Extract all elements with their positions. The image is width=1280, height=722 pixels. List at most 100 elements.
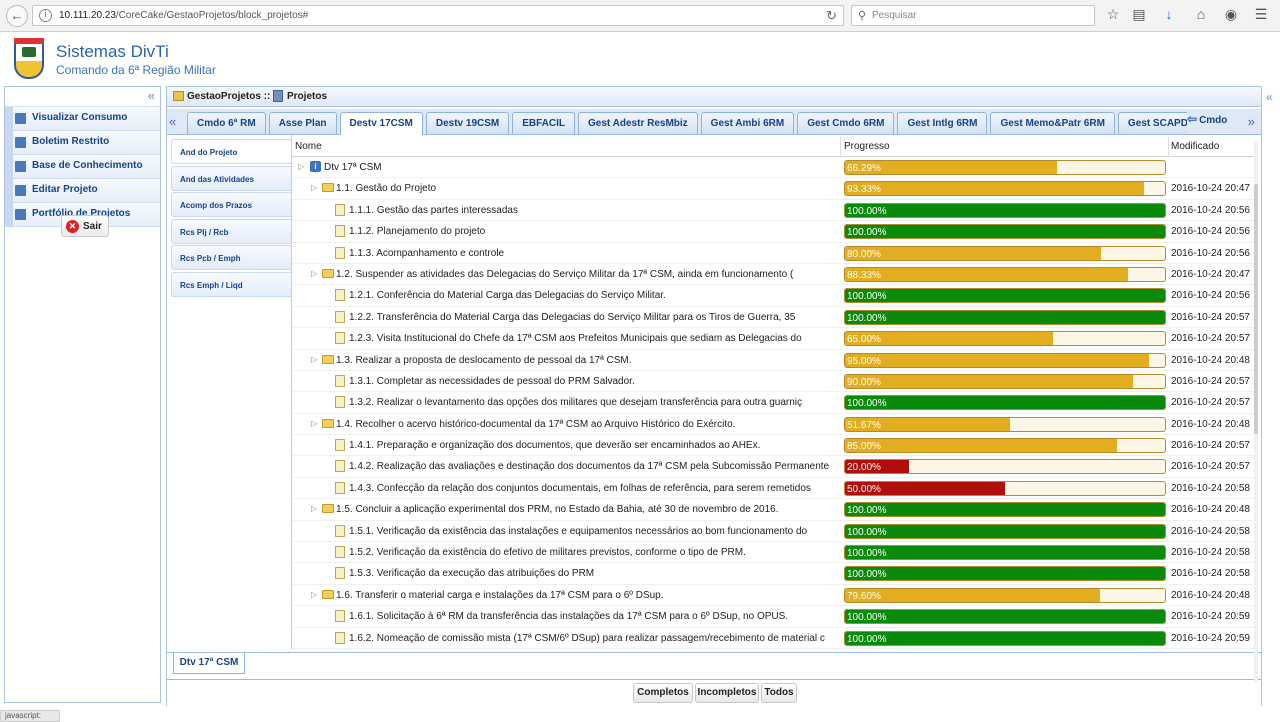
subnav-item-rcs-plj-rcb[interactable]: Rcs Plj / Rcb xyxy=(171,218,291,244)
table-row[interactable]: ▷ 1.3. Realizar a proposta de deslocament… xyxy=(292,350,1257,371)
subnav-item-and-do-projeto[interactable]: And do Projeto xyxy=(171,139,291,164)
breadcrumb-root[interactable]: GestaoProjetos :: xyxy=(187,91,270,102)
expand-icon[interactable]: ▷ xyxy=(311,419,317,428)
document-icon xyxy=(335,396,345,409)
tab-scroll-right-icon[interactable]: » xyxy=(1248,114,1255,129)
chart-icon xyxy=(15,113,26,124)
table-row[interactable]: ▷ i Dtv 17ª CSM 66.29% xyxy=(292,157,1257,179)
column-separator xyxy=(840,137,841,155)
table-row[interactable]: 1.1.3. Acompanhamento e controle 80.00% 20… xyxy=(292,243,1257,264)
progress-fill xyxy=(845,267,1128,281)
tab-gest-scapd[interactable]: Gest SCAPD xyxy=(1117,112,1187,134)
expand-icon[interactable]: ▷ xyxy=(311,355,317,364)
expand-icon[interactable]: ▷ xyxy=(311,590,317,599)
logout-button[interactable]: ✕ Sair xyxy=(61,215,109,237)
home-icon[interactable]: ⌂ xyxy=(1192,6,1210,22)
expand-icon[interactable]: ▷ xyxy=(311,183,317,192)
progress-bar: 95.00% xyxy=(844,352,1166,368)
filter-completos-button[interactable]: Completos xyxy=(633,683,693,703)
browser-search-input[interactable]: ⚲ Pesquisar xyxy=(851,5,1095,26)
collapse-sidebar-icon[interactable]: « xyxy=(148,88,155,103)
column-modified[interactable]: Modificado xyxy=(1171,141,1219,152)
column-progress[interactable]: Progresso xyxy=(844,141,890,152)
table-row[interactable]: 1.3.1. Completar as necessidades de pess… xyxy=(292,371,1257,393)
document-icon xyxy=(335,481,345,494)
table-row[interactable]: ▷ 1.5. Concluir a aplicação experimental … xyxy=(292,499,1257,521)
document-icon xyxy=(335,289,345,302)
progress-bar: 50.00% xyxy=(844,480,1166,496)
progress-bar: 100.00% xyxy=(844,609,1166,625)
sidebar-item-boletim-restrito[interactable]: Boletim Restrito xyxy=(5,131,160,155)
table-row[interactable]: 1.4.3. Confecção da relação dos conjunto… xyxy=(292,478,1257,500)
tab-destv-17csm[interactable]: Destv 17CSM xyxy=(339,112,423,135)
row-name: 1.1.1. Gestão das partes interessadas xyxy=(349,204,518,216)
document-icon xyxy=(335,567,345,580)
menu-icon[interactable]: ☰ xyxy=(1252,6,1270,23)
table-row[interactable]: 1.3.2. Realizar o levantamento das opçõe… xyxy=(292,392,1257,414)
table-row[interactable]: ▷ 1.2. Suspender as atividades das Delega… xyxy=(292,264,1257,286)
sidebar-item-visualizar-consumo[interactable]: Visualizar Consumo xyxy=(5,107,160,131)
tab-ebfacil[interactable]: EBFACIL xyxy=(512,112,576,134)
expand-icon[interactable]: ▷ xyxy=(311,504,317,513)
expand-icon[interactable]: ▷ xyxy=(298,162,304,171)
tab-destv-19csm[interactable]: Destv 19CSM xyxy=(425,112,510,134)
back-button[interactable]: ← xyxy=(6,5,28,27)
row-modified: 2016-10-24 20:48 xyxy=(1171,504,1250,516)
project-tabs: Cmdo 6ª RM Asse Plan Destv 17CSM Destv 19CS… xyxy=(187,112,1187,135)
table-row[interactable]: 1.6.1. Solicitação à 6ª RM da transferên… xyxy=(292,606,1257,628)
table-row[interactable]: 1.1.2. Planejamento do projeto 100.00% 201… xyxy=(292,221,1257,243)
bottom-tab-dtv17csm[interactable]: Dtv 17ª CSM xyxy=(173,653,245,674)
grid-scrollbar[interactable] xyxy=(1254,142,1258,682)
table-row[interactable]: 1.5.3. Verificação da execução das atrib… xyxy=(292,563,1257,585)
tab-asse-plan[interactable]: Asse Plan xyxy=(268,112,337,134)
pocket-icon[interactable]: ◉ xyxy=(1222,6,1240,23)
table-row[interactable]: 1.2.1. Conferência do Material Carga das… xyxy=(292,285,1257,307)
expand-icon[interactable]: ▷ xyxy=(311,269,317,278)
sidebar-item-base-conhecimento[interactable]: Base de Conhecimento xyxy=(5,155,160,179)
progress-bar: 100.00% xyxy=(844,309,1166,325)
tab-gest-ambi-6rm[interactable]: Gest Ambi 6RM xyxy=(700,112,795,134)
info-icon[interactable]: i xyxy=(39,9,52,22)
row-name: 1.5.3. Verificação da execução das atrib… xyxy=(349,568,595,580)
folder-icon xyxy=(322,589,334,599)
table-row[interactable]: 1.4.1. Preparação e organização dos docu… xyxy=(292,435,1257,457)
filter-todos-button[interactable]: Todos xyxy=(761,683,797,703)
reload-icon[interactable]: ↻ xyxy=(826,8,837,24)
progress-fill xyxy=(845,567,1165,581)
bookmark-star-icon[interactable]: ☆ xyxy=(1104,6,1122,23)
table-row[interactable]: 1.5.1. Verificação da existência das ins… xyxy=(292,521,1257,543)
tab-gest-adestr-resmbiz[interactable]: Gest Adestr ResMbiz xyxy=(578,112,698,134)
status-bar: javascript: xyxy=(0,710,60,722)
filter-incompletos-button[interactable]: Incompletos xyxy=(695,683,759,703)
table-row[interactable]: 1.5.2. Verificação da existência do efet… xyxy=(292,542,1257,564)
table-row[interactable]: 1.2.2. Transferência do Material Carga d… xyxy=(292,307,1257,329)
table-row[interactable]: ▷ 1.4. Recolher o acervo histórico-docume… xyxy=(292,414,1257,436)
filter-toolbar: Completos Incompletos Todos xyxy=(167,679,1261,706)
table-row[interactable]: 1.4.2. Realização das avaliações e desti… xyxy=(292,456,1257,478)
table-row[interactable]: ▷ 1.1. Gestão do Projeto 93.33% 2016-10-24 … xyxy=(292,178,1257,200)
sidebar-item-label: Base de Conhecimento xyxy=(32,160,143,171)
column-name[interactable]: Nome xyxy=(295,141,322,152)
tab-scroll-left-icon[interactable]: « xyxy=(169,114,176,129)
sidebar-item-editar-projeto[interactable]: Editar Projeto xyxy=(5,179,160,203)
scrollbar-thumb[interactable] xyxy=(1254,184,1258,434)
table-row[interactable]: 1.1.1. Gestão das partes interessadas 100… xyxy=(292,200,1257,222)
cmdo-button[interactable]: ⇦ Cmdo xyxy=(1187,112,1239,132)
subnav-item-acomp-dos-prazos[interactable]: Acomp dos Prazos xyxy=(171,192,291,217)
tab-gest-memo-patr-6rm[interactable]: Gest Memo&Patr 6RM xyxy=(990,112,1115,134)
reading-list-icon[interactable]: ▤ xyxy=(1130,6,1148,23)
tab-gest-cmdo-6rm[interactable]: Gest Cmdo 6RM xyxy=(797,112,895,134)
subnav-item-rcs-emph-liqd[interactable]: Rcs Emph / Liqd xyxy=(171,271,291,297)
tab-cmdo-6-rm[interactable]: Cmdo 6ª RM xyxy=(187,112,266,134)
table-row[interactable]: 1.2.3. Visita Institucional do Chefe da … xyxy=(292,328,1257,350)
table-row[interactable]: ▷ 1.6. Transferir o material carga e inst… xyxy=(292,585,1257,607)
row-name: 1.3.1. Completar as necessidades de pess… xyxy=(349,375,635,387)
subnav-item-rcs-pcb-emph[interactable]: Rcs Pcb / Emph xyxy=(171,245,291,270)
tab-gest-intlg-6rm[interactable]: Gest Intlg 6RM xyxy=(897,112,988,134)
address-bar[interactable]: i 10.111.20.23/CoreCake/GestaoProjetos/b… xyxy=(32,5,844,26)
subnav-item-and-das-atividades[interactable]: And das Atividades xyxy=(171,165,291,191)
grid-header: Nome Progresso Modificado xyxy=(292,135,1257,157)
table-row[interactable]: 1.6.2. Nomeação de comissão mista (17ª C… xyxy=(292,628,1257,649)
collapse-right-icon[interactable]: « xyxy=(1266,90,1273,104)
download-icon[interactable]: ↓ xyxy=(1160,6,1178,22)
